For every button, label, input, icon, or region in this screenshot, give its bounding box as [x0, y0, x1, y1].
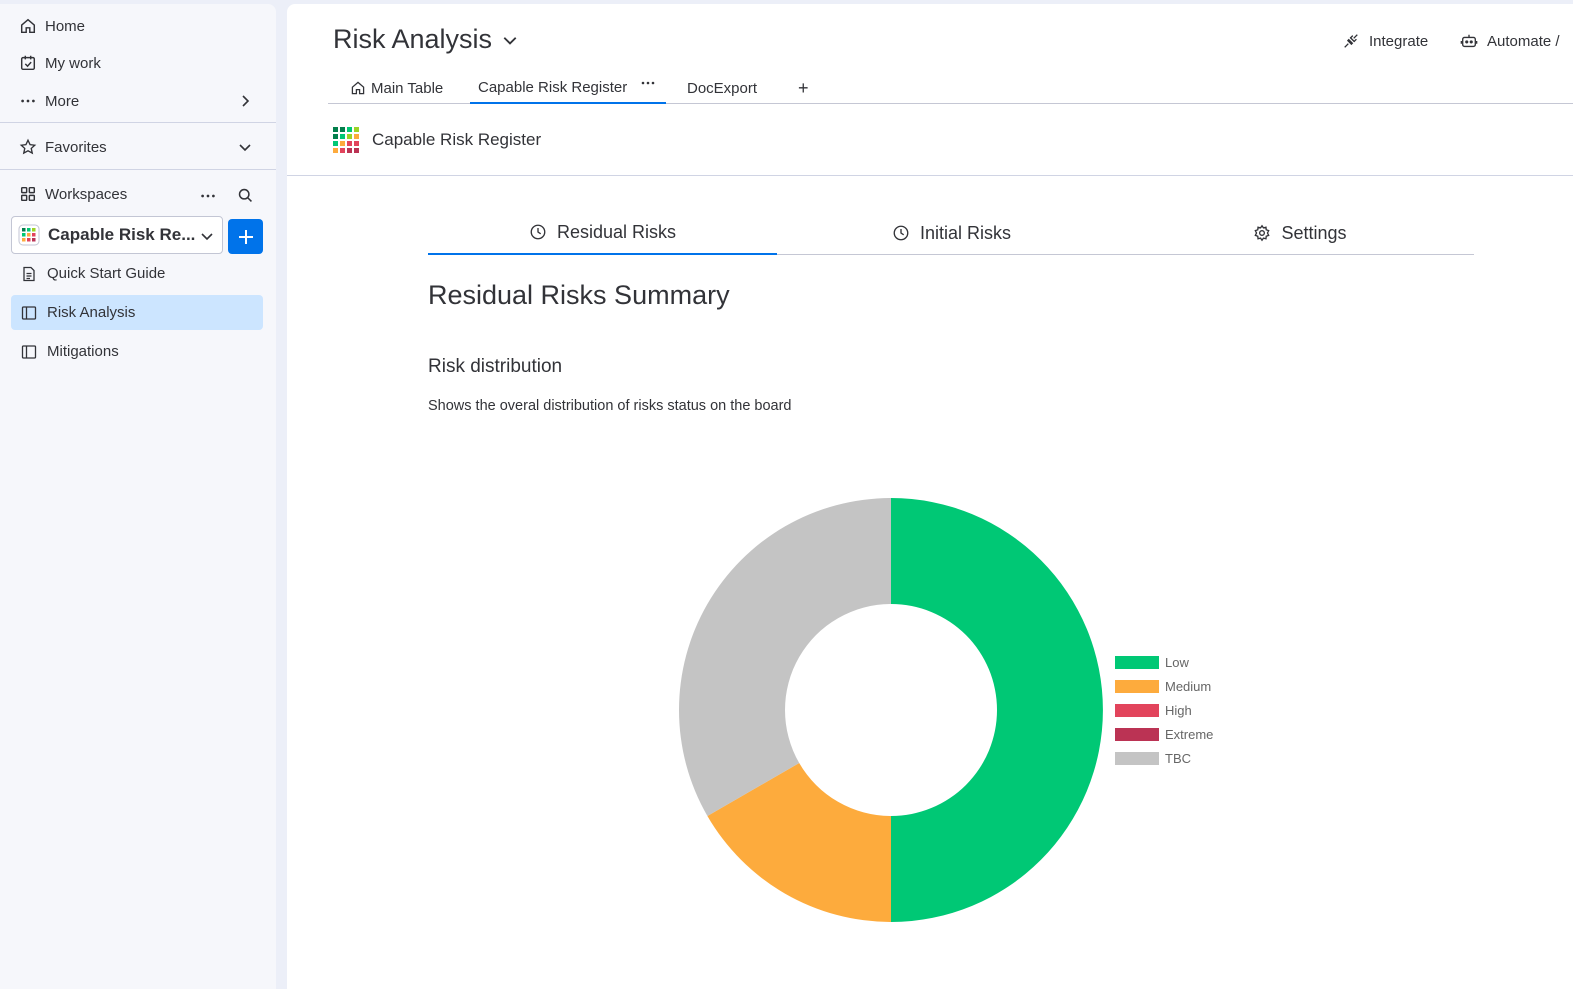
star-icon: [19, 138, 37, 155]
gear-icon: [1254, 224, 1271, 242]
capable-app-icon: [333, 127, 359, 153]
clock-icon: [530, 224, 546, 240]
tab-label: DocExport: [687, 79, 758, 97]
chart-slice-low[interactable]: [891, 498, 1103, 922]
chart-slice-tbc[interactable]: [679, 498, 891, 816]
plus-icon: [238, 229, 253, 244]
tab-initial-risks[interactable]: Initial Risks: [777, 211, 1126, 255]
legend-label-high[interactable]: High: [1165, 703, 1192, 718]
sidebar-item-mitigations[interactable]: Mitigations: [11, 334, 263, 369]
view-tabs: Main Table Capable Risk Register DocExpo…: [328, 72, 1573, 104]
board-icon: [21, 344, 37, 359]
widget-tabs: Residual Risks Initial Risks Settings: [428, 211, 1474, 255]
nav-favorites-label: Favorites: [45, 138, 107, 156]
legend-swatch-high: [1115, 704, 1159, 717]
tab-main-table[interactable]: Main Table: [350, 72, 443, 104]
clock-icon: [893, 225, 909, 241]
chevron-down-icon: [201, 233, 213, 241]
tab-capable-risk-register[interactable]: Capable Risk Register: [470, 72, 666, 104]
home-icon: [20, 18, 36, 34]
sidebar-item-quick-start-guide[interactable]: Quick Start Guide: [11, 256, 263, 291]
workspace-selector[interactable]: Capable Risk Re...: [11, 216, 223, 254]
grid-icon: [20, 186, 36, 202]
chevron-right-icon: [242, 95, 250, 107]
nav-more-label: More: [45, 92, 80, 110]
workspace-app-icon: [18, 224, 40, 246]
distribution-description: Shows the overal distribution of risks s…: [428, 398, 792, 414]
integrate-plug-icon: [1344, 34, 1358, 48]
sidebar-item-label: Risk Analysis: [47, 304, 136, 321]
nav-my-work[interactable]: My work: [0, 47, 276, 79]
legend-label-low[interactable]: Low: [1165, 655, 1189, 670]
add-item-button[interactable]: [228, 219, 263, 254]
summary-title: Residual Risks Summary: [428, 280, 730, 310]
left-sidebar: Home My work More Favorites Workspaces C…: [0, 4, 276, 989]
sidebar-item-risk-analysis[interactable]: Risk Analysis: [11, 295, 263, 330]
tab-label: Settings: [1281, 222, 1347, 243]
automate-label: Automate /: [1487, 32, 1560, 50]
app-name: Capable Risk Register: [372, 130, 542, 149]
distribution-title: Risk distribution: [428, 356, 563, 377]
nav-favorites[interactable]: Favorites: [0, 131, 276, 163]
legend-label-extreme[interactable]: Extreme: [1165, 727, 1213, 742]
sidebar-divider: [0, 122, 276, 123]
chevron-down-icon: [239, 144, 251, 152]
legend-swatch-medium: [1115, 680, 1159, 693]
tab-options-icon[interactable]: [641, 80, 655, 86]
sidebar-item-label: Mitigations: [47, 343, 119, 360]
tab-docexport[interactable]: DocExport: [687, 72, 757, 104]
add-view-button[interactable]: +: [798, 72, 809, 104]
legend-swatch-extreme: [1115, 728, 1159, 741]
document-icon: [23, 266, 35, 281]
calendar-check-icon: [20, 55, 36, 71]
workspace-name: Capable Risk Re...: [48, 225, 196, 244]
chevron-down-icon: [503, 36, 517, 45]
board-title[interactable]: Risk Analysis: [333, 24, 518, 55]
tab-label: Capable Risk Register: [478, 78, 628, 96]
tab-label: Residual Risks: [556, 221, 677, 242]
add-view-label: +: [798, 77, 809, 98]
tab-label: Main Table: [371, 79, 444, 97]
workspaces-header: Workspaces: [0, 178, 276, 210]
legend-swatch-tbc: [1115, 752, 1159, 765]
nav-home[interactable]: Home: [0, 10, 276, 42]
app-header: Capable Risk Register: [287, 105, 1573, 176]
tab-settings[interactable]: Settings: [1126, 211, 1474, 255]
workspace-options-icon[interactable]: [199, 187, 217, 205]
sidebar-divider: [0, 169, 276, 170]
integrate-label: Integrate: [1369, 32, 1429, 50]
legend-label-tbc[interactable]: TBC: [1165, 751, 1191, 766]
tab-residual-risks[interactable]: Residual Risks: [428, 211, 777, 255]
nav-more[interactable]: More: [0, 85, 276, 117]
board-title-text: Risk Analysis: [333, 24, 493, 54]
tab-label: Initial Risks: [919, 222, 1012, 243]
legend-swatch-low: [1115, 656, 1159, 669]
risk-distribution-chart: Low Medium High Extreme TBC: [679, 498, 1213, 922]
nav-home-label: Home: [45, 17, 86, 35]
board-icon: [21, 305, 37, 320]
more-dots-icon: [21, 99, 35, 103]
legend-label-medium[interactable]: Medium: [1165, 679, 1211, 694]
nav-my-work-label: My work: [45, 54, 101, 72]
integrate-button[interactable]: Integrate: [1342, 32, 1428, 50]
workspaces-label: Workspaces: [45, 185, 128, 203]
search-icon[interactable]: [237, 187, 254, 204]
home-icon: [351, 81, 365, 95]
sidebar-item-label: Quick Start Guide: [47, 265, 166, 282]
automate-button[interactable]: Automate /: [1460, 32, 1560, 50]
main-panel: Risk Analysis Integrate Automate / Main …: [287, 4, 1573, 989]
robot-icon: [1460, 34, 1478, 48]
